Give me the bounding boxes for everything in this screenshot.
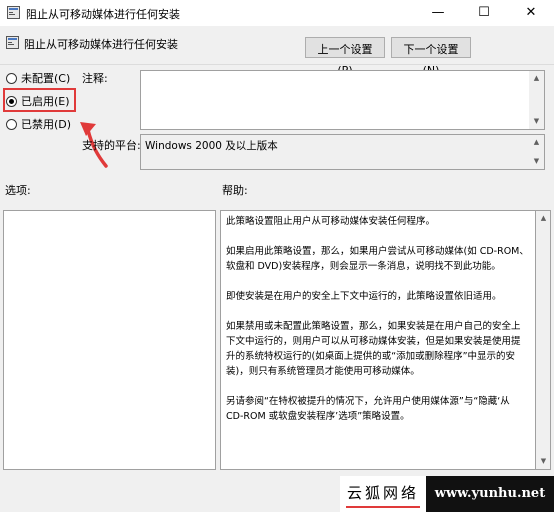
maximize-button[interactable]: ☐ <box>461 0 507 26</box>
policy-app-icon <box>7 6 20 19</box>
minimize-button[interactable]: — <box>415 0 461 26</box>
close-button[interactable]: ✕ <box>508 0 554 26</box>
highlight-box <box>3 88 76 112</box>
comment-textarea[interactable]: ▲ ▼ <box>140 70 545 130</box>
platform-label: 支持的平台: <box>82 139 141 152</box>
watermark: 云狐网络 www.yunhu.net <box>340 476 554 512</box>
scroll-up-icon[interactable]: ▲ <box>529 71 544 86</box>
help-label: 帮助: <box>222 184 248 197</box>
help-paragraph: 另请参阅“在特权被提升的情况下，允许用户使用媒体源”与“隐藏‘从 CD-ROM … <box>226 396 510 422</box>
help-text: 此策略设置阻止用户从可移动媒体安装任何程序。 如果启用此策略设置，那么，如果用户… <box>226 214 529 439</box>
previous-setting-button[interactable]: 上一个设置(P) <box>305 37 385 77</box>
platform-value: Windows 2000 及以上版本 <box>145 140 278 152</box>
radio-not-configured[interactable]: 未配置(C) <box>6 70 70 86</box>
radio-circle[interactable] <box>6 118 17 130</box>
comment-label: 注释: <box>82 72 108 85</box>
comment-scrollbar[interactable]: ▲ ▼ <box>529 71 544 129</box>
help-scrollbar[interactable]: ▲ ▼ <box>536 210 551 470</box>
policy-setting-icon <box>6 36 19 49</box>
next-setting-button[interactable]: 下一个设置(N) <box>391 37 471 77</box>
scroll-up-icon[interactable]: ▲ <box>529 135 544 150</box>
options-label: 选项: <box>5 184 31 197</box>
watermark-underline <box>346 506 420 508</box>
help-paragraph: 此策略设置阻止用户从可移动媒体安装任何程序。 <box>226 216 436 227</box>
window-title: 阻止从可移动媒体进行任何安装 <box>26 8 180 21</box>
radio-circle[interactable] <box>6 72 17 84</box>
help-paragraph: 如果禁用或未配置此策略设置，那么，如果安装是在用户自己的安全上下文中运行的，则用… <box>226 321 521 377</box>
options-pane <box>3 210 216 470</box>
scroll-down-icon[interactable]: ▼ <box>529 154 544 169</box>
setting-title: 阻止从可移动媒体进行任何安装 <box>24 38 178 51</box>
radio-label: 未配置(C) <box>21 72 71 85</box>
scroll-up-icon[interactable]: ▲ <box>536 211 551 226</box>
radio-label: 已禁用(D) <box>21 118 72 131</box>
help-paragraph: 即使安装是在用户的安全上下文中运行的，此策略设置依旧适用。 <box>226 291 502 302</box>
help-pane: 此策略设置阻止用户从可移动媒体安装任何程序。 如果启用此策略设置，那么，如果用户… <box>220 210 536 470</box>
title-bar: 阻止从可移动媒体进行任何安装 — ☐ ✕ <box>0 0 554 26</box>
watermark-url: www.yunhu.net <box>426 476 554 512</box>
platform-scrollbar[interactable]: ▲ ▼ <box>529 135 544 169</box>
scroll-down-icon[interactable]: ▼ <box>536 454 551 469</box>
platform-field: Windows 2000 及以上版本 ▲ ▼ <box>140 134 545 170</box>
radio-disabled[interactable]: 已禁用(D) <box>6 116 71 132</box>
scroll-down-icon[interactable]: ▼ <box>529 114 544 129</box>
header-separator <box>0 64 554 65</box>
help-paragraph: 如果启用此策略设置，那么，如果用户尝试从可移动媒体(如 CD-ROM、软盘和 D… <box>226 246 529 272</box>
